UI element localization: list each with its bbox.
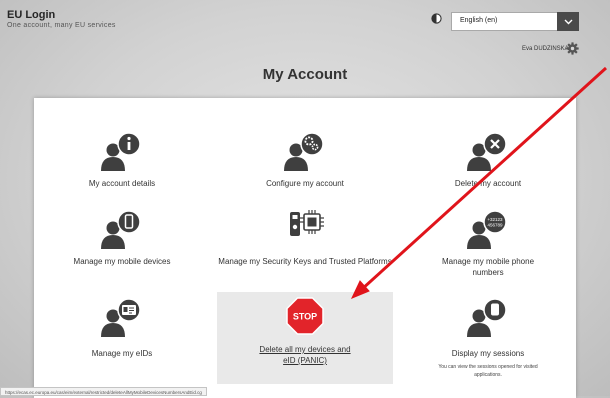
tile-eids-label: Manage my eIDs — [91, 349, 153, 358]
user-mobile-icon — [101, 210, 141, 249]
phone-number-text-2: 456789 — [487, 223, 503, 228]
page-title: My Account — [262, 66, 348, 83]
tile-panic-delete-label[interactable]: Delete all my devices and eID (PANIC) — [217, 344, 393, 366]
header: EU Login One account, many EU services E… — [0, 0, 610, 40]
tile-delete-account[interactable]: Delete my account — [400, 130, 576, 189]
tile-eids[interactable]: Manage my eIDs — [34, 296, 210, 359]
contrast-icon[interactable] — [431, 13, 442, 24]
tile-delete-account-label: Delete my account — [454, 179, 522, 188]
user-eid-icon — [101, 298, 141, 337]
tile-security-keys[interactable]: Manage my Security Keys and Trusted Plat… — [217, 208, 393, 267]
chevron-down-icon[interactable] — [557, 12, 579, 31]
language-select-value: English (en) — [460, 17, 498, 24]
tile-configure-account-label: Configure my account — [266, 179, 344, 188]
tile-phone-numbers-label: Manage my mobile phone numbers — [441, 257, 535, 277]
status-bar-url: https://ecas.ec.europa.eu/cas/eim/extern… — [0, 387, 207, 396]
brand-subtitle: One account, many EU services — [7, 22, 116, 29]
user-delete-icon — [467, 132, 507, 171]
security-key-icon — [290, 210, 324, 236]
tile-mobile-devices[interactable]: Manage my mobile devices — [34, 208, 210, 267]
account-menu-card: My account details Configure my account … — [34, 98, 576, 398]
settings-gear-icon[interactable] — [566, 42, 579, 55]
user-info-icon — [101, 132, 141, 171]
brand-title[interactable]: EU Login — [7, 9, 55, 21]
tile-sessions-label: Display my sessions — [451, 349, 525, 358]
user-gears-icon — [284, 132, 324, 171]
user-phone-number-icon: +32123 456789 — [467, 210, 507, 249]
tile-mobile-devices-label: Manage my mobile devices — [73, 257, 171, 266]
tile-panic-delete[interactable]: STOP Delete all my devices and eID (PANI… — [217, 292, 393, 384]
stop-sign-text: STOP — [293, 312, 317, 322]
language-select[interactable]: English (en) — [451, 12, 579, 31]
tile-account-details[interactable]: My account details — [34, 130, 210, 189]
tile-phone-numbers[interactable]: +32123 456789 Manage my mobile phone num… — [400, 208, 576, 278]
user-name: Eva DUDZINSKA — [522, 46, 569, 52]
stop-sign-icon: STOP — [286, 297, 324, 335]
tile-security-keys-label: Manage my Security Keys and Trusted Plat… — [218, 257, 392, 266]
user-sessions-icon — [467, 298, 507, 337]
tile-account-details-label: My account details — [88, 179, 156, 188]
phone-number-text-1: +32123 — [487, 217, 503, 222]
tile-sessions-description: You can view the sessions opened for vis… — [438, 364, 538, 378]
tile-sessions[interactable]: Display my sessions You can view the ses… — [400, 296, 576, 379]
tile-configure-account[interactable]: Configure my account — [217, 130, 393, 189]
